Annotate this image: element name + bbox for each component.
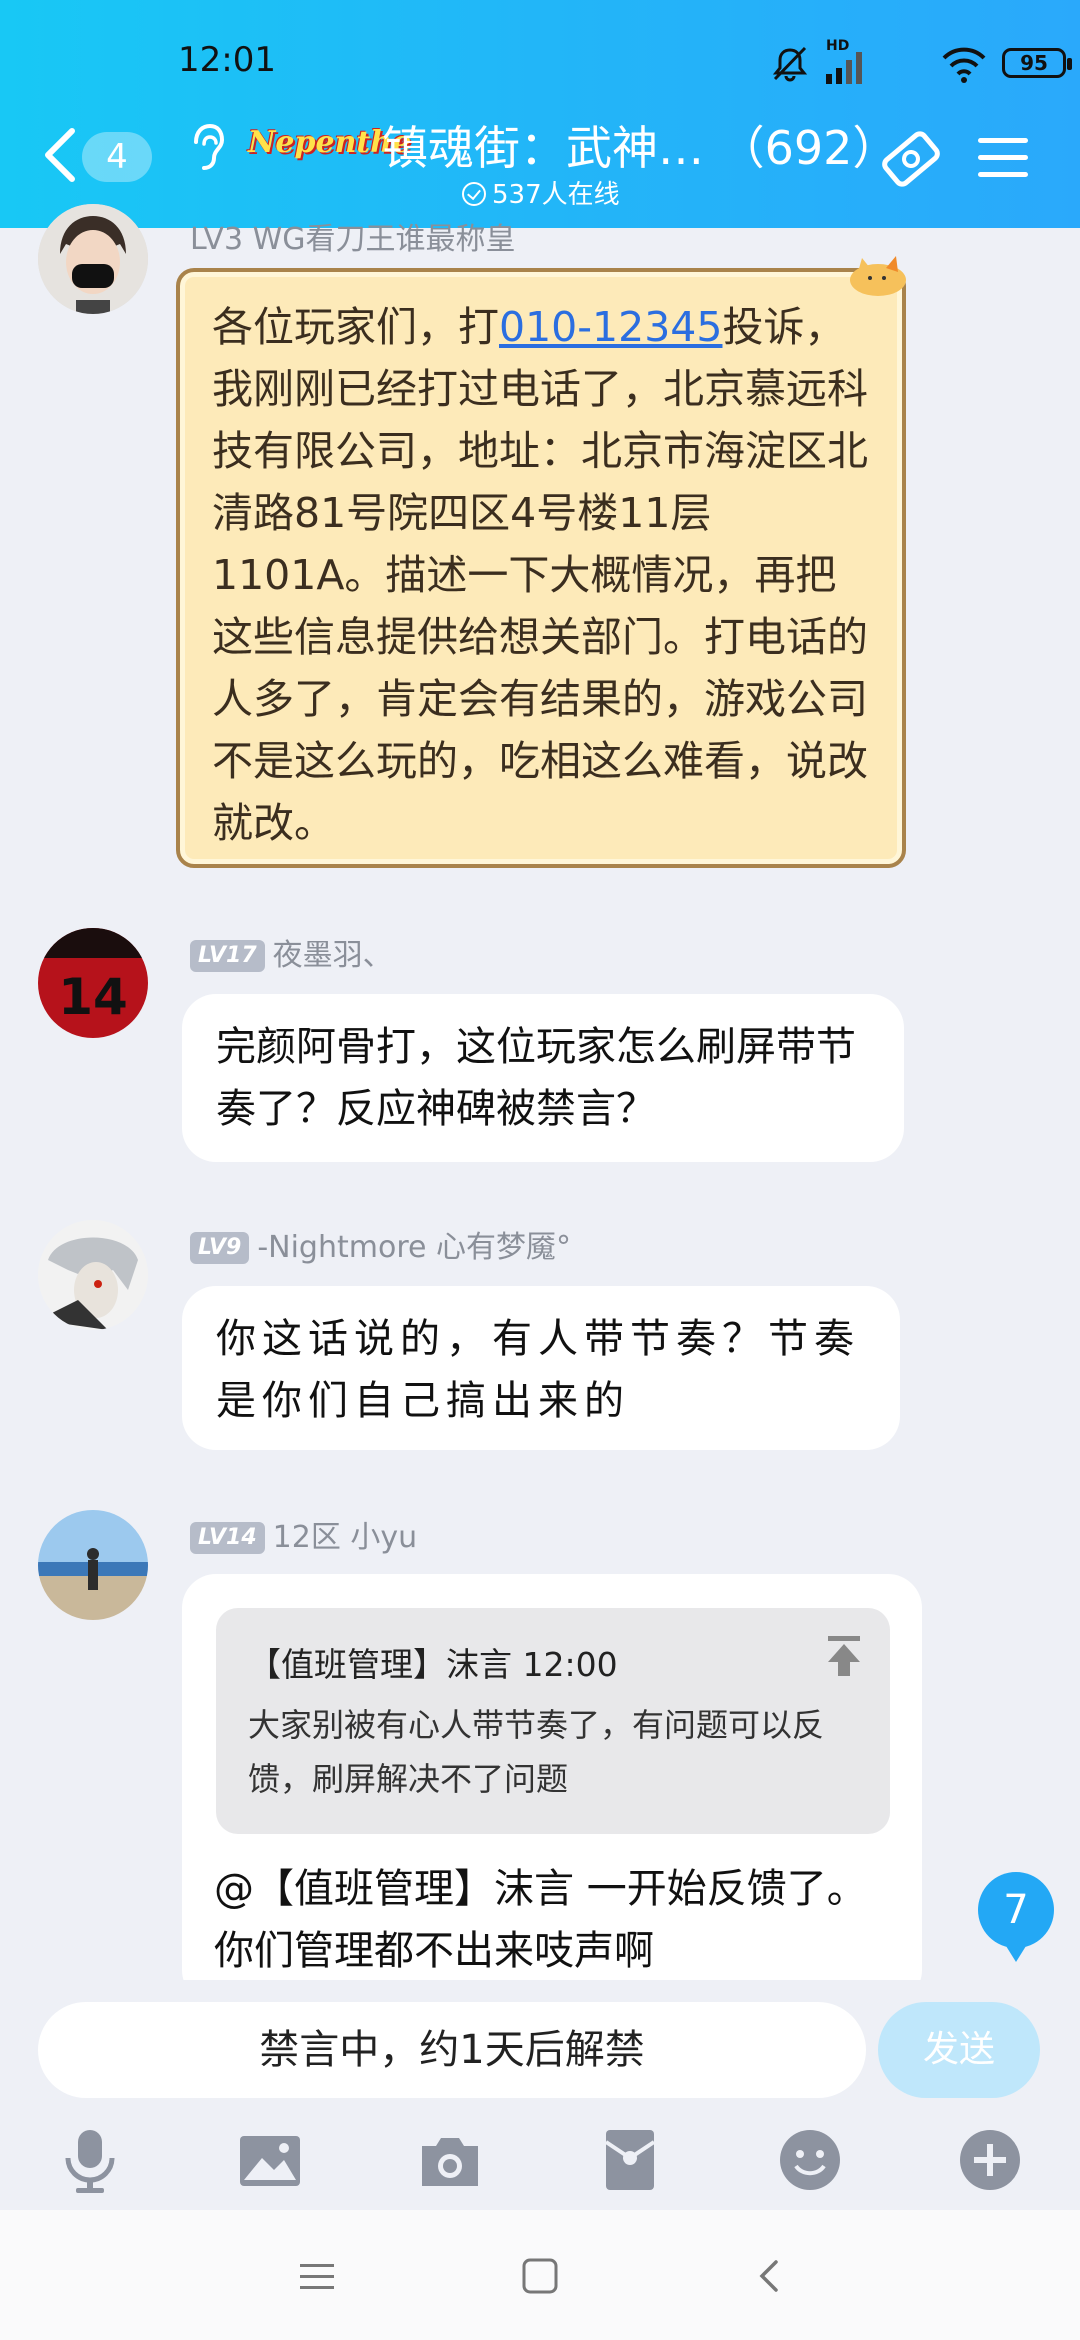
quoted-reply-text: 大家别被有心人带节奏了，有问题可以反馈，刷屏解决不了问题 <box>248 1706 825 1798</box>
avatar-anime-icon <box>38 1220 148 1330</box>
avatar-jersey-icon: 14 <box>38 928 148 1038</box>
avatar-man-icon <box>38 204 148 314</box>
pin-to-top-icon[interactable] <box>824 1634 864 1678</box>
chat-header: 12:01 HD 95 4 Nepenthe 镇魂街：武神… （692） 537… <box>0 0 1080 228</box>
back-icon[interactable] <box>748 2256 792 2296</box>
message-4-sender: LV14 12区 小yu <box>190 1512 417 1556</box>
mute-bell-icon <box>772 46 808 82</box>
home-icon[interactable] <box>518 2256 562 2296</box>
image-icon[interactable] <box>234 2124 306 2196</box>
back-arrow-icon[interactable] <box>38 125 82 185</box>
decorated-message-bubble[interactable] <box>176 268 906 868</box>
message-3-text: 你这话说的，有人带节奏？节奏是你们自己搞出来的 <box>216 1316 860 1424</box>
cat-decoration-icon <box>850 256 906 296</box>
input-toolbar <box>0 2110 1080 2210</box>
signal-icon <box>826 52 862 84</box>
message-2-bubble[interactable]: 完颜阿骨打，这位玩家怎么刷屏带节奏了？反应神碑被禁言？ <box>182 994 904 1162</box>
message-1-sender: LV3 WG看刀王谁最称皇 <box>190 222 516 257</box>
camera-icon[interactable] <box>414 2124 486 2196</box>
status-icons: HD 95 <box>720 30 1080 90</box>
quoted-reply-header: 【值班管理】沫言 12:00 <box>248 1645 618 1684</box>
status-time: 12:01 <box>178 40 276 80</box>
plus-icon[interactable] <box>954 2124 1026 2196</box>
message-4-text[interactable]: @【值班管理】沫言 一开始反馈了。你们管理都不出来吱声啊 <box>214 1858 894 1982</box>
back-unread-badge[interactable]: 4 <box>82 132 152 182</box>
wifi-icon <box>942 47 986 83</box>
unread-float-badge[interactable]: 7 <box>978 1872 1054 1962</box>
battery-icon: 95 <box>1002 48 1072 78</box>
online-check-icon <box>462 182 486 206</box>
online-count: 537人在线 <box>462 174 620 211</box>
share-ticket-icon[interactable] <box>878 126 944 192</box>
avatar[interactable]: 14 <box>38 928 148 1038</box>
avatar-beach-icon <box>38 1510 148 1620</box>
message-1-text[interactable]: 各位玩家们，打010-12345投诉，我刚刚已经打过电话了，北京慕远科技有限公司… <box>212 296 872 854</box>
avatar[interactable] <box>38 1510 148 1620</box>
input-area: 禁言中，约1天后解禁 发送 <box>0 1980 1080 2210</box>
group-title[interactable]: 镇魂街：武神… （692） <box>382 112 898 178</box>
group-logo: Nepenthe <box>248 125 412 160</box>
avatar[interactable] <box>38 1220 148 1330</box>
message-3-sender: LV9 -Nightmore 心有梦魇° <box>190 1222 571 1266</box>
avatar[interactable] <box>38 204 148 314</box>
phone-link[interactable]: 010-12345 <box>499 303 722 351</box>
svg-text:14: 14 <box>58 968 128 1026</box>
muted-input-field: 禁言中，约1天后解禁 <box>38 2002 866 2098</box>
quoted-reply-card[interactable]: 【值班管理】沫言 12:00 大家别被有心人带节奏了，有问题可以反馈，刷屏解决不… <box>216 1608 890 1834</box>
send-button[interactable]: 发送 <box>878 2002 1040 2098</box>
emoji-icon[interactable] <box>774 2124 846 2196</box>
message-2-text: 完颜阿骨打，这位玩家怎么刷屏带节奏了？反应神碑被禁言？ <box>216 1024 856 1132</box>
microphone-icon[interactable] <box>54 2124 126 2196</box>
message-3-bubble[interactable]: 你这话说的，有人带节奏？节奏是你们自己搞出来的 <box>182 1286 900 1450</box>
ear-icon[interactable] <box>186 120 226 176</box>
red-packet-icon[interactable] <box>594 2124 666 2196</box>
message-2-sender: LV17 夜墨羽、 <box>190 930 393 974</box>
menu-icon[interactable] <box>296 2256 340 2296</box>
system-nav-bar <box>0 2210 1080 2340</box>
menu-icon[interactable] <box>978 138 1028 178</box>
